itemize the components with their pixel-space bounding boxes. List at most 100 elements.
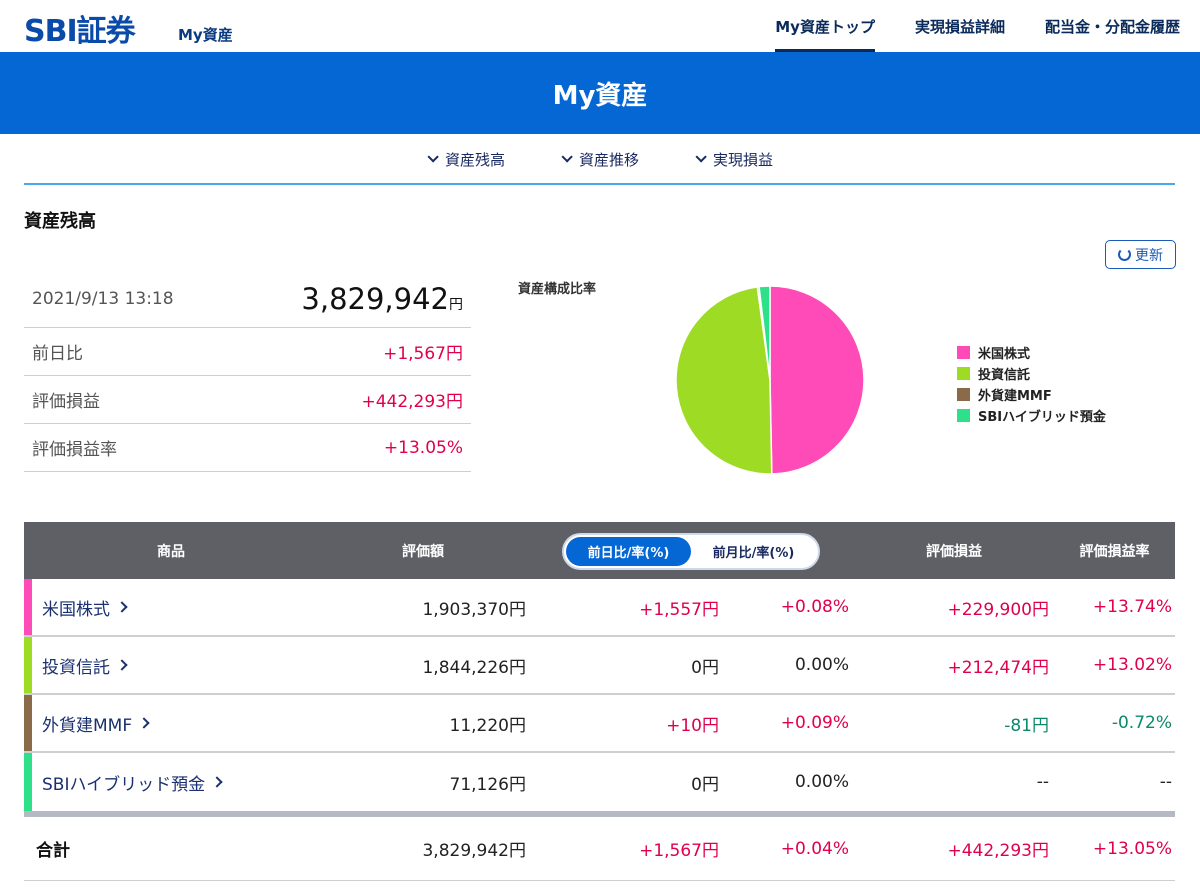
toggle-day-diff[interactable]: 前日比/率(%) [566,537,691,566]
asset-pie-chart [675,285,865,475]
category-color-bar [24,637,32,693]
diff-period-toggle: 前日比/率(%) 前月比/率(%) [562,533,820,570]
row-diff-rate: +0.08% [780,597,849,617]
row-diff: 0円 [691,657,719,678]
row-pl: +212,474円 [947,657,1049,678]
row-diff-rate: +0.09% [780,713,849,733]
summary-row: 評価損益 +442,293円 [24,376,471,424]
summary-label: 評価損益 [32,392,100,412]
total-unit: 円 [449,296,463,313]
row-pl-rate: -- [1159,772,1172,792]
total-pl-rate: +13.05% [1092,838,1172,859]
product-name: 投資信託 [42,657,110,678]
nav-realized-pl-detail[interactable]: 実現損益詳細 [895,0,1025,52]
top-nav: My資産トップ 実現損益詳細 配当金・分配金履歴 [755,0,1200,52]
row-value: 71,126円 [449,774,526,795]
divider [24,183,1175,185]
refresh-button[interactable]: 更新 [1105,240,1176,269]
row-diff-rate: 0.00% [794,772,849,792]
holdings-table: 商品 評価額 前日比/率(%) 前月比/率(%) 評価損益 評価損益率 米国株式… [24,522,1175,881]
page-banner: My資産 [0,52,1200,134]
anchor-asset-trend[interactable]: 資産推移 [561,149,639,170]
legend-label: SBIハイブリッド預金 [978,410,1106,425]
product-link[interactable]: SBIハイブリッド預金 [42,753,223,811]
row-diff: +1,557円 [639,599,719,620]
legend-item: 米国株式 [957,342,1106,363]
page-title: My資産 [552,80,648,111]
chevron-down-icon [427,151,439,163]
row-diff: +10円 [666,715,719,736]
total-value: 3,829,942 [301,281,449,316]
row-pl-rate: +13.74% [1092,597,1172,617]
legend-label: 米国株式 [978,347,1031,362]
anchor-nav: 資産残高 資産推移 実現損益 [0,134,1200,184]
product-name: SBIハイブリッド預金 [42,774,206,795]
row-pl-rate: -0.72% [1111,713,1172,733]
anchor-asset-balance[interactable]: 資産残高 [427,149,505,170]
header-product: 商品 [157,543,185,560]
category-color-bar [24,753,32,811]
legend-swatch [957,409,970,422]
legend-label: 投資信託 [978,368,1031,383]
logo-subtitle: My資産 [178,26,233,44]
toggle-month-diff[interactable]: 前月比/率(%) [691,537,816,566]
anchor-label: 資産推移 [578,150,639,169]
nav-dividend-history[interactable]: 配当金・分配金履歴 [1025,0,1200,52]
summary-value: +13.05% [383,437,463,458]
chevron-right-icon [138,717,150,729]
total-value: 3,829,942円 [422,841,526,861]
legend-item: 投資信託 [957,363,1106,384]
legend-item: SBIハイブリッド預金 [957,405,1106,426]
product-name: 外貨建MMF [42,715,133,736]
chevron-right-icon [211,776,223,788]
pie-slice [769,285,865,475]
top-bar: SBI証券 My資産 My資産トップ 実現損益詳細 配当金・分配金履歴 [0,0,1200,52]
legend-swatch [957,388,970,401]
summary-row: 前日比 +1,567円 [24,328,471,376]
summary-table: 2021/9/13 13:18 3,829,942円 前日比 +1,567円 評… [24,270,471,472]
row-diff-rate: 0.00% [794,655,849,675]
summary-value: +1,567円 [383,344,463,364]
anchor-realized-pl[interactable]: 実現損益 [695,149,773,170]
section-title: 資産残高 [24,211,96,232]
product-link[interactable]: 外貨建MMF [42,695,150,751]
table-row: 米国株式 1,903,370円 +1,557円 +0.08% +229,900円… [24,579,1175,637]
header-pl-rate: 評価損益率 [1079,543,1150,560]
chevron-right-icon [116,601,128,613]
total-row: 合計 3,829,942円 +1,567円 +0.04% +442,293円 +… [24,817,1175,881]
table-row: SBIハイブリッド預金 71,126円 0円 0.00% -- -- [24,753,1175,811]
summary-row: 評価損益率 +13.05% [24,424,471,472]
product-name: 米国株式 [42,599,110,620]
refresh-label: 更新 [1135,247,1163,264]
anchor-label: 資産残高 [444,150,505,169]
summary-value: +442,293円 [361,392,463,412]
row-pl: -81円 [1004,715,1049,736]
table-header: 商品 評価額 前日比/率(%) 前月比/率(%) 評価損益 評価損益率 [24,522,1175,579]
chevron-right-icon [116,659,128,671]
header-pl: 評価損益 [926,543,982,560]
sbi-logo[interactable]: SBI証券 [24,6,136,50]
table-row: 外貨建MMF 11,220円 +10円 +0.09% -81円 -0.72% [24,695,1175,753]
row-value: 1,844,226円 [422,657,526,678]
summary-total: 3,829,942円 [301,282,463,316]
summary-total-row: 2021/9/13 13:18 3,829,942円 [24,270,471,328]
row-diff: 0円 [691,774,719,795]
chevron-down-icon [561,151,573,163]
nav-my-assets-top[interactable]: My資産トップ [755,0,895,52]
product-link[interactable]: 米国株式 [42,579,128,635]
total-pl: +442,293円 [947,841,1049,861]
product-link[interactable]: 投資信託 [42,637,128,693]
total-label: 合計 [36,841,70,861]
row-value: 1,903,370円 [422,599,526,620]
summary-label: 評価損益率 [32,440,117,460]
holdings-rows: 米国株式 1,903,370円 +1,557円 +0.08% +229,900円… [24,579,1175,811]
pie-legend: 米国株式投資信託外貨建MMF SBIハイブリッド預金 [957,342,1106,426]
category-color-bar [24,579,32,635]
legend-label: 外貨建MMF [978,389,1052,404]
summary-date: 2021/9/13 13:18 [32,288,174,309]
total-diff-rate: +0.04% [780,838,849,859]
header-value: 評価額 [402,543,444,560]
chevron-down-icon [695,151,707,163]
row-pl: -- [1036,772,1049,792]
row-pl: +229,900円 [947,599,1049,620]
